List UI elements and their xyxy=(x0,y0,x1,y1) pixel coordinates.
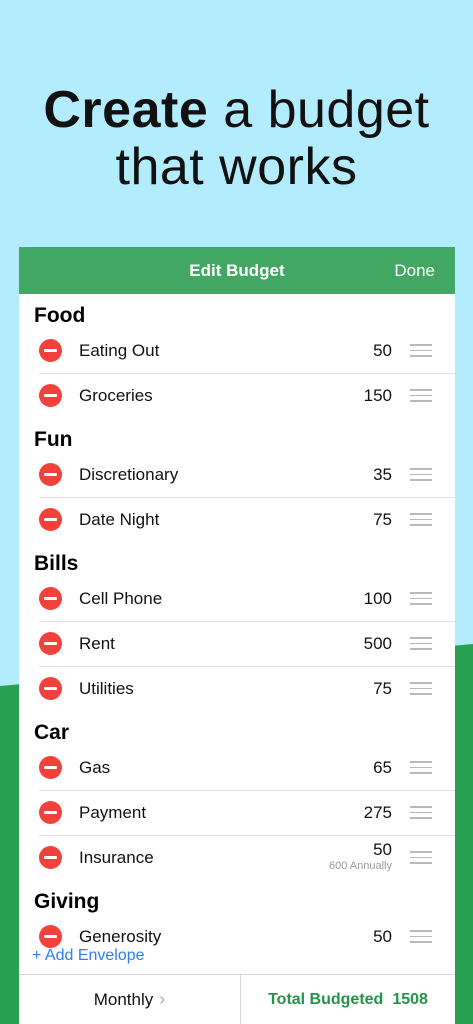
headline: Create a budget that works xyxy=(0,82,473,196)
envelope-name: Groceries xyxy=(79,386,153,405)
envelope-name: Insurance xyxy=(79,848,154,867)
envelope-row[interactable]: Utilities 75 xyxy=(39,666,455,711)
group-title: Car xyxy=(34,721,70,744)
envelope-amount[interactable]: 35 xyxy=(373,452,392,497)
envelope-row[interactable]: Cell Phone 100 xyxy=(39,576,455,621)
headline-line2: that works xyxy=(115,138,358,196)
reorder-handle-icon[interactable] xyxy=(410,682,432,695)
budget-footer: Monthly › Total Budgeted 1508 xyxy=(19,974,455,1024)
period-selector[interactable]: Monthly › xyxy=(19,975,241,1024)
reorder-handle-icon[interactable] xyxy=(410,592,432,605)
envelope-amount[interactable]: 100 xyxy=(364,576,392,621)
edit-budget-screen: Edit Budget Done Food Eating Out 50 Groceri… xyxy=(19,247,455,1024)
envelope-amount[interactable]: 50 xyxy=(373,328,392,373)
envelope-amount[interactable]: 275 xyxy=(364,790,392,835)
reorder-handle-icon[interactable] xyxy=(410,344,432,357)
delete-icon[interactable] xyxy=(39,384,62,407)
delete-icon[interactable] xyxy=(39,463,62,486)
delete-icon[interactable] xyxy=(39,632,62,655)
envelope-name: Discretionary xyxy=(79,465,179,484)
add-envelope-button[interactable]: + Add Envelope xyxy=(32,947,145,965)
reorder-handle-icon[interactable] xyxy=(410,930,432,943)
envelope-amount[interactable]: 75 xyxy=(373,666,392,711)
reorder-handle-icon[interactable] xyxy=(410,637,432,650)
envelope-annual-amount: 600 Annually xyxy=(329,860,392,872)
group-title: Giving xyxy=(34,890,100,913)
envelope-row[interactable]: Insurance 50 600 Annually xyxy=(39,835,455,880)
delete-icon[interactable] xyxy=(39,587,62,610)
delete-icon[interactable] xyxy=(39,508,62,531)
navigation-bar: Edit Budget Done xyxy=(19,247,455,294)
total-label: Total Budgeted xyxy=(268,990,384,1008)
envelope-row[interactable]: Discretionary 35 xyxy=(39,452,455,497)
done-button[interactable]: Done xyxy=(394,247,435,294)
envelope-amount[interactable]: 65 xyxy=(373,745,392,790)
envelope-name: Rent xyxy=(79,634,115,653)
reorder-handle-icon[interactable] xyxy=(410,851,432,864)
period-label: Monthly xyxy=(93,989,154,1009)
envelope-name: Utilities xyxy=(79,679,134,698)
headline-rest: a budget xyxy=(208,81,430,139)
envelope-row[interactable]: Groceries 150 xyxy=(39,373,455,418)
envelope-row[interactable]: Date Night 75 xyxy=(39,497,455,542)
envelope-name: Payment xyxy=(79,803,147,822)
envelope-row[interactable]: Gas 65 xyxy=(39,745,455,790)
group-title: Bills xyxy=(34,552,79,575)
envelope-name: Eating Out xyxy=(79,341,160,360)
reorder-handle-icon[interactable] xyxy=(410,761,432,774)
envelope-amount[interactable]: 150 xyxy=(364,373,392,418)
reorder-handle-icon[interactable] xyxy=(410,513,432,526)
delete-icon[interactable] xyxy=(39,925,62,948)
total-budgeted: Total Budgeted 1508 xyxy=(241,975,455,1024)
chevron-right-icon: › xyxy=(159,989,166,1009)
headline-bold: Create xyxy=(43,81,209,139)
delete-icon[interactable] xyxy=(39,801,62,824)
envelope-name: Date Night xyxy=(79,510,160,529)
group-title: Fun xyxy=(34,428,73,451)
envelope-row[interactable]: Rent 500 xyxy=(39,621,455,666)
reorder-handle-icon[interactable] xyxy=(410,389,432,402)
envelope-row[interactable]: Eating Out 50 xyxy=(39,328,455,373)
envelope-name: Gas xyxy=(79,758,111,777)
delete-icon[interactable] xyxy=(39,339,62,362)
envelope-amount[interactable]: 50 xyxy=(373,914,392,959)
delete-icon[interactable] xyxy=(39,846,62,869)
nav-title: Edit Budget xyxy=(189,261,285,280)
envelope-list: Food Eating Out 50 Groceries 150 Fun Discretio… xyxy=(19,294,455,959)
envelope-amount[interactable]: 50 xyxy=(373,841,392,859)
envelope-name: Cell Phone xyxy=(79,589,163,608)
group-title: Food xyxy=(34,304,86,327)
envelope-row[interactable]: Payment 275 xyxy=(39,790,455,835)
envelope-amount[interactable]: 75 xyxy=(373,497,392,542)
delete-icon[interactable] xyxy=(39,677,62,700)
envelope-amount[interactable]: 500 xyxy=(364,621,392,666)
reorder-handle-icon[interactable] xyxy=(410,468,432,481)
delete-icon[interactable] xyxy=(39,756,62,779)
reorder-handle-icon[interactable] xyxy=(410,806,432,819)
total-value: 1508 xyxy=(392,990,428,1008)
